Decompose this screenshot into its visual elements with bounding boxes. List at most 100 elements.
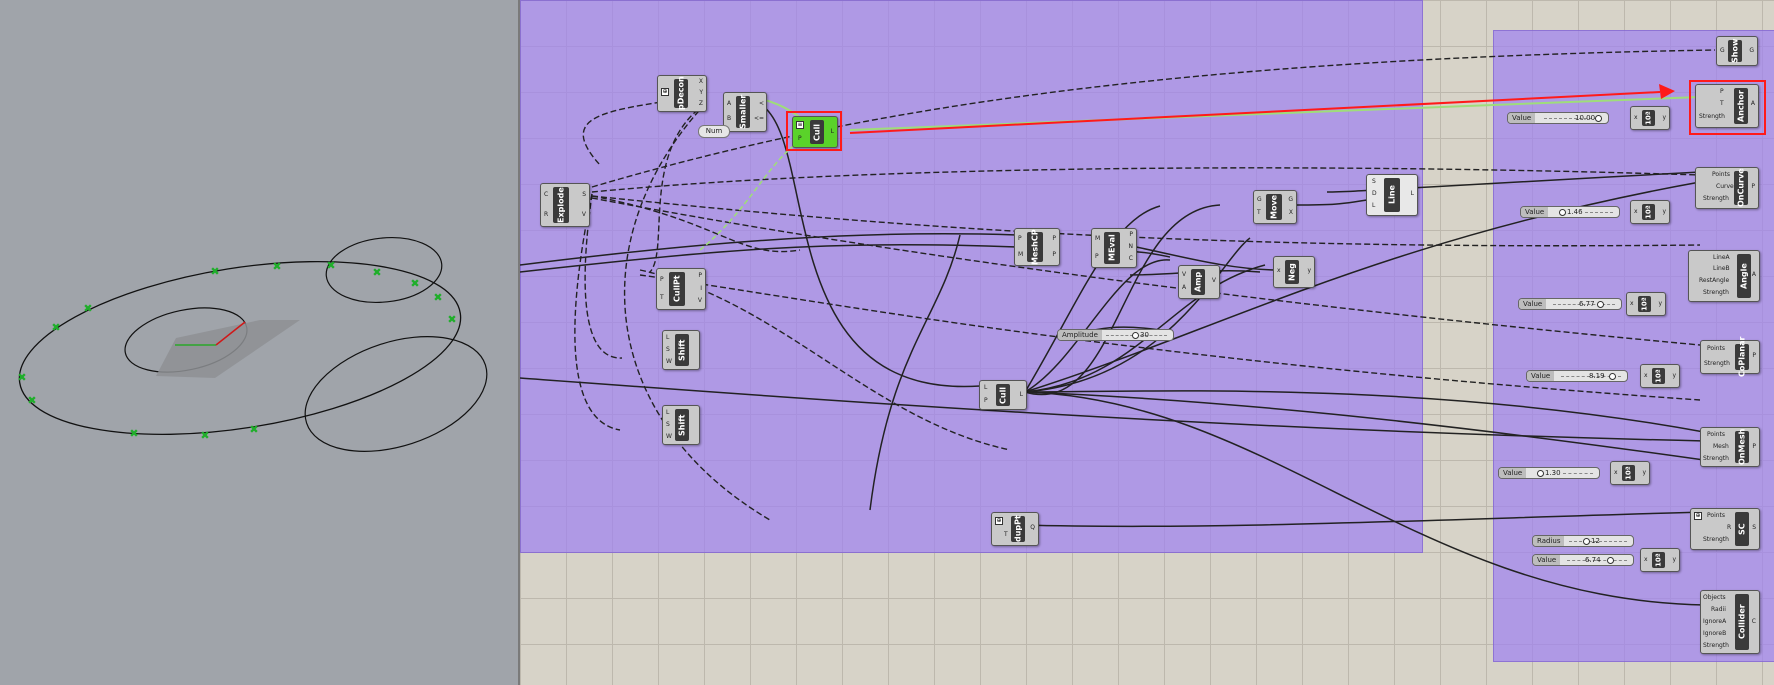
collider-node[interactable]: Objects Radii IgnoreA IgnoreB Strength C…	[1700, 590, 1760, 654]
svg-text:✖: ✖	[447, 313, 456, 326]
pdecon-node[interactable]: ⊕ pDecon X Y Z	[657, 75, 707, 112]
pin-label: C	[1751, 618, 1756, 625]
angle-node[interactable]: LineA LineB RestAngle Strength Angle A	[1688, 250, 1760, 302]
amplitude-slider[interactable]: Amplitude 30	[1057, 329, 1174, 341]
value-slider-2[interactable]: Value 1.46	[1520, 206, 1620, 218]
pin-label: x	[1634, 114, 1638, 121]
slider-knob[interactable]	[1132, 332, 1139, 339]
coplanar-node[interactable]: Points Strength CoPlanar P	[1700, 337, 1760, 377]
neg-node[interactable]: x Neg y	[1273, 256, 1315, 288]
power-node-1[interactable]: x 10ª y	[1630, 106, 1670, 130]
pin-label: T	[660, 294, 664, 301]
pin-label: Q	[1030, 524, 1035, 531]
pin-label: P	[1018, 235, 1022, 242]
pin-label: V	[1182, 271, 1187, 278]
amp-title: Amp	[1191, 269, 1205, 295]
value-slider-4[interactable]: Value 8.19	[1526, 370, 1628, 382]
show-title: Show	[1728, 39, 1742, 63]
radius-slider[interactable]: Radius 12	[1532, 535, 1634, 547]
pin-label: Points	[1712, 171, 1731, 178]
slider-label: Value	[1499, 468, 1527, 478]
slider-knob[interactable]	[1595, 115, 1602, 122]
pin-label: Z	[698, 100, 703, 107]
value-slider-6[interactable]: Value 6.74	[1532, 554, 1634, 566]
cullpt-title: CullPt	[669, 272, 685, 306]
pin-label: G	[1720, 47, 1725, 54]
pin-label: <	[758, 100, 764, 107]
duppt-title: dupPt	[1011, 516, 1025, 542]
pin-label: x	[1277, 267, 1281, 274]
shift-node-1[interactable]: L S W Shift	[662, 330, 700, 370]
value-slider-1[interactable]: Value 10.00	[1507, 112, 1609, 124]
pin-label: LineB	[1713, 265, 1730, 272]
meval-node[interactable]: M P MEval P N C	[1091, 228, 1137, 268]
pin-label: y	[1672, 556, 1676, 563]
explode-title: Explode	[553, 187, 569, 223]
meshcp-node[interactable]: P M MeshCP P P	[1014, 228, 1060, 266]
value-slider-5[interactable]: Value 1.30	[1498, 467, 1600, 479]
onmesh-node[interactable]: Points Mesh Strength OnMesh P	[1700, 427, 1760, 467]
slider-track	[1563, 473, 1593, 474]
pin-label: P	[1129, 231, 1133, 238]
pin-label: X	[698, 78, 703, 85]
shift-title: Shift	[675, 409, 689, 441]
power-node-6[interactable]: x 10ª y	[1640, 548, 1680, 572]
pin-label: y	[1658, 300, 1662, 307]
power-node-5[interactable]: x 10ª y	[1610, 461, 1650, 485]
pin-label: Strength	[1703, 455, 1729, 462]
pin-label: P	[1751, 183, 1755, 190]
shift-node-2[interactable]: L S W Shift	[662, 405, 700, 445]
pin-label: P	[1752, 443, 1756, 450]
meshcp-title: MeshCP	[1027, 229, 1043, 265]
pin-label: L	[1019, 391, 1023, 398]
duppt-node[interactable]: ⊕ T dupPt Q	[991, 512, 1039, 546]
value-slider-3[interactable]: Value 6.77	[1518, 298, 1622, 310]
pin-label: P	[1095, 253, 1099, 260]
wire-layer	[520, 49, 1716, 606]
explode-node[interactable]: C R Explode S V	[540, 183, 590, 227]
pin-label: Objects	[1703, 594, 1726, 601]
amp-node[interactable]: V A Amp V	[1178, 265, 1220, 299]
highlight-box-anchor	[1689, 80, 1766, 135]
line-title: Line	[1384, 178, 1400, 212]
power-node-4[interactable]: x 10ª y	[1640, 364, 1680, 388]
pin-label: L	[666, 409, 670, 416]
cull-node[interactable]: L P Cull L	[979, 380, 1027, 410]
pin-label: L	[1372, 202, 1376, 209]
pin-label: A	[727, 100, 732, 107]
slider-knob[interactable]	[1583, 538, 1590, 545]
slider-knob[interactable]	[1559, 209, 1566, 216]
power-title: 10ª	[1642, 110, 1655, 126]
smaller-node[interactable]: A B Smaller < <=	[723, 92, 767, 132]
pin-label: G	[1749, 47, 1754, 54]
oncurve-node[interactable]: Points Curve Strength OnCurve P	[1695, 167, 1759, 209]
pin-label: R	[544, 211, 549, 218]
slider-label: Amplitude	[1058, 330, 1102, 340]
cullpt-node[interactable]: P T CullPt P I V	[656, 268, 706, 310]
cull-title: Cull	[996, 384, 1010, 406]
move-node[interactable]: G T Move G X	[1253, 190, 1297, 224]
shift-title: Shift	[675, 334, 689, 366]
sc-title: SC	[1735, 512, 1749, 546]
slider-knob[interactable]	[1607, 557, 1614, 564]
slider-knob[interactable]	[1609, 373, 1616, 380]
line-node[interactable]: S D L Line L	[1366, 174, 1418, 216]
pin-label: D	[1372, 190, 1377, 197]
slider-value: 6.74	[1585, 556, 1601, 564]
svg-text:✖: ✖	[27, 394, 36, 407]
rhino-viewport[interactable]: ✖ ✖ ✖ ✖ ✖ ✖ ✖ ✖ ✖ ✖ ✖ ✖ ✖ ✖	[0, 0, 518, 685]
grasshopper-canvas[interactable]: ⊕ pDecon X Y Z A B Smaller < <= Num ≡ P …	[520, 0, 1774, 685]
pin-label: P	[1052, 251, 1056, 258]
slider-knob[interactable]	[1597, 301, 1604, 308]
pin-label: Points	[1707, 431, 1726, 438]
power-node-2[interactable]: x 10ª y	[1630, 200, 1670, 224]
pin-label: T	[1004, 531, 1008, 538]
svg-text:✖: ✖	[210, 265, 219, 278]
power-node-3[interactable]: x 10ª y	[1626, 292, 1666, 316]
slider-knob[interactable]	[1537, 470, 1544, 477]
svg-text:✖: ✖	[326, 259, 335, 272]
num-param[interactable]: Num	[698, 125, 730, 138]
sc-node[interactable]: ⊕ Points R Strength SC S	[1690, 508, 1760, 550]
slider-label: Value	[1519, 299, 1547, 309]
show-node[interactable]: G Show G	[1716, 36, 1758, 66]
